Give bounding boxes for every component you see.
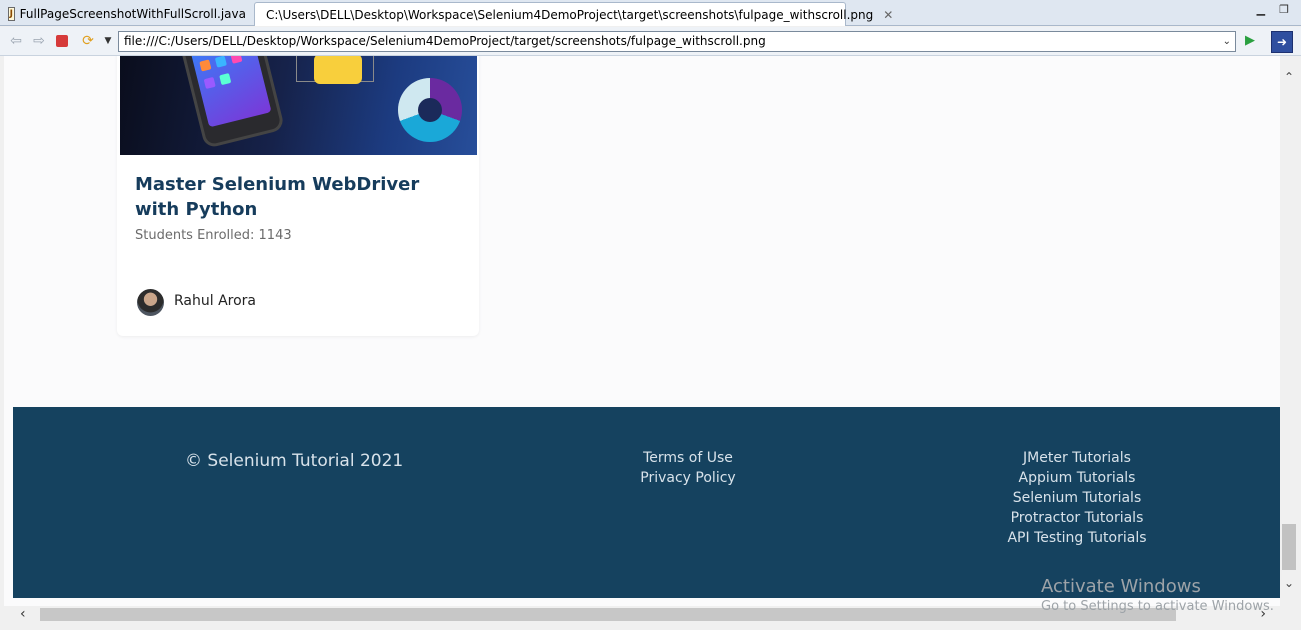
stop-icon[interactable]: [56, 35, 68, 47]
footer-legal-links: Terms of Use Privacy Policy: [613, 448, 763, 488]
close-tab-icon[interactable]: ✕: [883, 8, 893, 22]
footer-link-api-testing[interactable]: API Testing Tutorials: [967, 528, 1187, 548]
refresh-icon[interactable]: ⟳: [80, 33, 96, 49]
tab-label: FullPageScreenshotWithFullScroll.java: [19, 7, 246, 21]
open-external-icon[interactable]: ➜: [1271, 31, 1293, 53]
tab-screenshot-file[interactable]: C:\Users\DELL\Desktop\Workspace\Selenium…: [254, 2, 893, 26]
circular-logo-icon: [398, 78, 462, 142]
footer-link-selenium[interactable]: Selenium Tutorials: [967, 488, 1187, 508]
author-avatar: [137, 289, 164, 316]
course-thumbnail[interactable]: [120, 56, 477, 155]
watermark-title: Activate Windows: [1041, 576, 1201, 597]
browser-nav-bar: ⇦ ⇨ ⟳ ▼ file:///C:/Users/DELL/Desktop/Wo…: [0, 27, 1301, 56]
minimize-icon[interactable]: ▁: [1257, 3, 1265, 16]
nav-dropdown-icon[interactable]: ▼: [100, 33, 116, 49]
scroll-left-arrow-icon[interactable]: ‹: [20, 606, 26, 622]
footer-link-appium[interactable]: Appium Tutorials: [967, 468, 1187, 488]
horizontal-scroll-thumb[interactable]: [40, 608, 1176, 621]
phone-illustration: [172, 56, 286, 149]
footer-link-protractor[interactable]: Protractor Tutorials: [967, 508, 1187, 528]
url-input[interactable]: file:///C:/Users/DELL/Desktop/Workspace/…: [118, 31, 1236, 52]
python-logo-icon: [314, 56, 362, 84]
footer-link-jmeter[interactable]: JMeter Tutorials: [967, 448, 1187, 468]
course-card[interactable]: Master Selenium WebDriver with Python St…: [117, 56, 479, 336]
footer-link-terms[interactable]: Terms of Use: [613, 448, 763, 468]
footer-link-privacy[interactable]: Privacy Policy: [613, 468, 763, 488]
url-text: file:///C:/Users/DELL/Desktop/Workspace/…: [124, 34, 766, 48]
window-controls: ▁ ❐: [1257, 3, 1289, 16]
editor-tab-bar: J FullPageScreenshotWithFullScroll.java …: [0, 0, 1301, 26]
back-arrow-icon[interactable]: ⇦: [8, 33, 24, 49]
scroll-down-arrow-icon[interactable]: ⌄: [1280, 576, 1298, 590]
watermark-subtitle: Go to Settings to activate Windows.: [1041, 599, 1274, 614]
copyright-text: © Selenium Tutorial 2021: [185, 451, 404, 471]
java-file-icon: J: [8, 7, 15, 21]
enrollment-count: Students Enrolled: 1143: [135, 228, 292, 243]
tab-label: C:\Users\DELL\Desktop\Workspace\Selenium…: [266, 7, 874, 22]
footer-tutorial-links: JMeter Tutorials Appium Tutorials Seleni…: [967, 448, 1187, 548]
go-play-icon[interactable]: ▶: [1242, 33, 1258, 49]
vertical-scroll-thumb[interactable]: [1282, 524, 1296, 570]
site-footer: © Selenium Tutorial 2021 Terms of Use Pr…: [13, 407, 1280, 598]
forward-arrow-icon[interactable]: ⇨: [31, 33, 47, 49]
author-name[interactable]: Rahul Arora: [174, 293, 256, 309]
course-title[interactable]: Master Selenium WebDriver with Python: [135, 172, 465, 222]
tab-java-file[interactable]: J FullPageScreenshotWithFullScroll.java: [2, 2, 252, 26]
vertical-scrollbar[interactable]: ⌃ ⌄: [1280, 56, 1298, 606]
activate-windows-watermark: Activate Windows Go to Settings to activ…: [1041, 576, 1274, 614]
chevron-down-icon[interactable]: ⌄: [1223, 32, 1231, 51]
page-viewport[interactable]: Master Selenium WebDriver with Python St…: [4, 56, 1280, 606]
restore-icon[interactable]: ❐: [1279, 3, 1289, 16]
scroll-up-arrow-icon[interactable]: ⌃: [1280, 70, 1298, 84]
